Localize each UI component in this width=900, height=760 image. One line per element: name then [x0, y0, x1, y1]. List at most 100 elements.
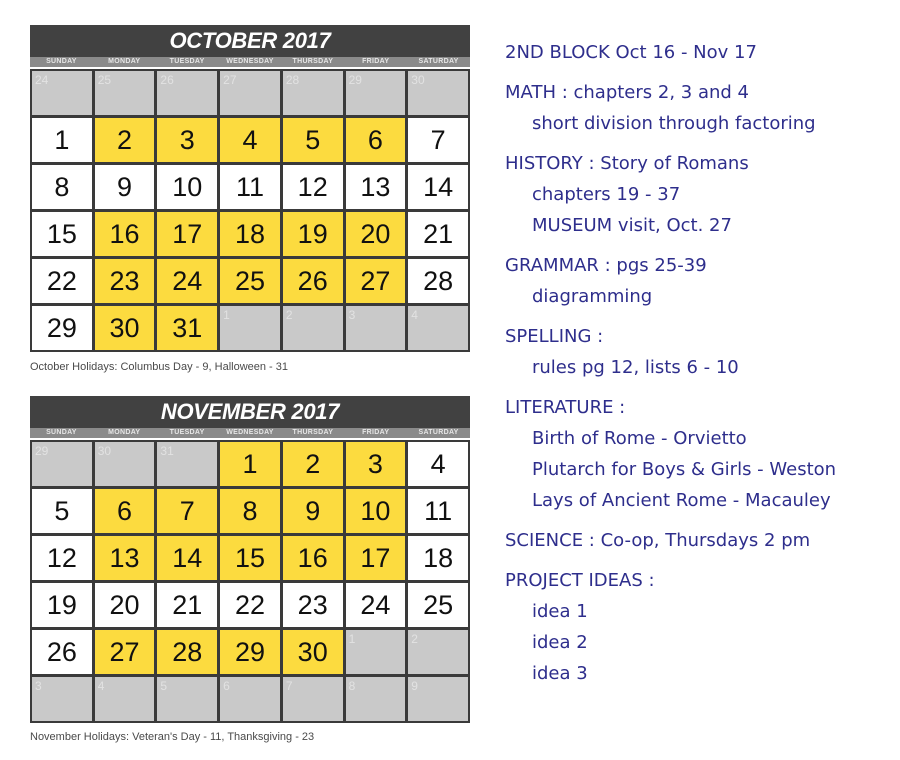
- day-cell-highlighted: 8: [220, 489, 280, 533]
- day-cell-highlighted: 23: [94, 259, 155, 303]
- day-cell-other-month: 2: [282, 306, 343, 350]
- day-cell-highlighted: 4: [220, 118, 280, 162]
- day-cell: 4: [408, 442, 468, 486]
- day-cell-other-month: 24: [32, 71, 92, 115]
- weekday-label: THURSDAY: [292, 58, 334, 65]
- day-cell: 11: [220, 165, 280, 209]
- day-cell-highlighted: 30: [94, 306, 155, 350]
- day-cell-other-month: 7: [282, 677, 343, 721]
- block-heading: 2ND BLOCK Oct 16 - Nov 17: [505, 42, 757, 63]
- day-cell: 25: [408, 583, 468, 627]
- day-cell-highlighted: 27: [94, 630, 155, 674]
- weekday-label: SATURDAY: [418, 58, 459, 65]
- subject-detail: Lays of Ancient Rome - Macauley: [532, 490, 831, 511]
- weekday-label: THURSDAY: [292, 429, 334, 436]
- day-cell: 20: [94, 583, 155, 627]
- day-cell-highlighted: 5: [282, 118, 343, 162]
- subject-detail: MUSEUM visit, Oct. 27: [532, 215, 732, 236]
- day-cell: 7: [408, 118, 468, 162]
- subject-heading: PROJECT IDEAS :: [505, 570, 655, 591]
- day-cell: 29: [32, 306, 92, 350]
- day-cell-highlighted: 20: [345, 212, 406, 256]
- day-cell-highlighted: 18: [220, 212, 280, 256]
- day-cell-highlighted: 29: [220, 630, 280, 674]
- day-cell: 9: [94, 165, 155, 209]
- day-cell: 21: [408, 212, 468, 256]
- weekday-label: TUESDAY: [169, 58, 205, 65]
- day-cell-highlighted: 9: [282, 489, 343, 533]
- day-cell: 13: [345, 165, 406, 209]
- day-cell-highlighted: 25: [220, 259, 280, 303]
- calendar-grid: 24 25 26 27 28 29 30 1 2 3 4 5 6 7 8 9 10 11 12 13 14 15 16 17 1…: [30, 69, 470, 352]
- weekday-label: MONDAY: [108, 429, 141, 436]
- day-cell-highlighted: 15: [220, 536, 280, 580]
- day-cell-highlighted: 16: [94, 212, 155, 256]
- calendar-title: NOVEMBER 2017: [30, 396, 470, 428]
- day-cell-other-month: 30: [94, 442, 155, 486]
- day-cell-highlighted: 16: [282, 536, 343, 580]
- day-cell-other-month: 9: [408, 677, 468, 721]
- subject-heading: HISTORY : Story of Romans: [505, 153, 749, 174]
- day-cell-other-month: 6: [220, 677, 280, 721]
- day-cell-other-month: 1: [220, 306, 280, 350]
- day-cell: 18: [408, 536, 468, 580]
- day-cell-other-month: 5: [157, 677, 218, 721]
- day-cell: 22: [32, 259, 92, 303]
- day-cell-highlighted: 30: [282, 630, 343, 674]
- october-calendar: OCTOBER 2017 SUNDAY MONDAY TUESDAY WEDNESDA…: [30, 25, 470, 352]
- subject-detail: Birth of Rome - Orvietto: [532, 428, 747, 449]
- subject-section: LITERATURE : Birth of Rome - Orvietto Plut…: [505, 393, 895, 516]
- day-cell-other-month: 30: [408, 71, 468, 115]
- day-cell-highlighted: 28: [157, 630, 218, 674]
- subject-heading: MATH : chapters 2, 3 and 4: [505, 82, 749, 103]
- day-cell-highlighted: 6: [94, 489, 155, 533]
- day-cell-highlighted: 3: [157, 118, 218, 162]
- calendar-grid: 29 30 31 1 2 3 4 5 6 7 8 9 10 11 12 13 14 15 16 17 18 19 20 21 2…: [30, 440, 470, 723]
- day-cell-highlighted: 19: [282, 212, 343, 256]
- day-cell-other-month: 4: [408, 306, 468, 350]
- subject-detail: rules pg 12, lists 6 - 10: [532, 357, 739, 378]
- day-cell-highlighted: 3: [345, 442, 406, 486]
- weekday-label: FRIDAY: [362, 58, 390, 65]
- day-cell: 24: [345, 583, 406, 627]
- day-cell-highlighted: 6: [345, 118, 406, 162]
- weekday-label: TUESDAY: [169, 429, 205, 436]
- day-cell-other-month: 2: [408, 630, 468, 674]
- block-heading-section: 2ND BLOCK Oct 16 - Nov 17: [505, 38, 895, 68]
- subject-section: PROJECT IDEAS : idea 1 idea 2 idea 3: [505, 566, 895, 689]
- day-cell: 22: [220, 583, 280, 627]
- day-cell: 8: [32, 165, 92, 209]
- day-cell: 1: [32, 118, 92, 162]
- day-cell: 11: [408, 489, 468, 533]
- weekday-label: SATURDAY: [418, 429, 459, 436]
- day-cell-other-month: 29: [32, 442, 92, 486]
- weekday-label: SUNDAY: [46, 58, 77, 65]
- day-cell-highlighted: 13: [94, 536, 155, 580]
- day-cell: 21: [157, 583, 218, 627]
- subject-detail: idea 1: [532, 601, 588, 622]
- subject-detail: short division through factoring: [532, 113, 816, 134]
- day-cell: 19: [32, 583, 92, 627]
- day-cell-highlighted: 10: [345, 489, 406, 533]
- november-holidays-caption: November Holidays: Veteran's Day - 11, T…: [30, 731, 315, 743]
- day-cell: 5: [32, 489, 92, 533]
- subject-heading: SCIENCE : Co-op, Thursdays 2 pm: [505, 530, 811, 551]
- day-cell-other-month: 26: [157, 71, 218, 115]
- weekday-label: WEDNESDAY: [226, 429, 274, 436]
- weekday-label: SUNDAY: [46, 429, 77, 436]
- day-cell: 26: [32, 630, 92, 674]
- day-cell-highlighted: 17: [345, 536, 406, 580]
- day-cell-other-month: 1: [345, 630, 406, 674]
- day-cell: 23: [282, 583, 343, 627]
- day-cell-highlighted: 27: [345, 259, 406, 303]
- weekday-header: SUNDAY MONDAY TUESDAY WEDNESDAY THURSDAY FRID…: [30, 428, 470, 438]
- subject-section: GRAMMAR : pgs 25-39 diagramming: [505, 251, 895, 312]
- day-cell-highlighted: 24: [157, 259, 218, 303]
- day-cell: 12: [32, 536, 92, 580]
- block-notes: 2ND BLOCK Oct 16 - Nov 17 MATH : chapter…: [505, 38, 895, 699]
- day-cell-highlighted: 26: [282, 259, 343, 303]
- day-cell: 15: [32, 212, 92, 256]
- subject-detail: diagramming: [532, 286, 653, 307]
- day-cell: 10: [157, 165, 218, 209]
- subject-section: SPELLING : rules pg 12, lists 6 - 10: [505, 322, 895, 383]
